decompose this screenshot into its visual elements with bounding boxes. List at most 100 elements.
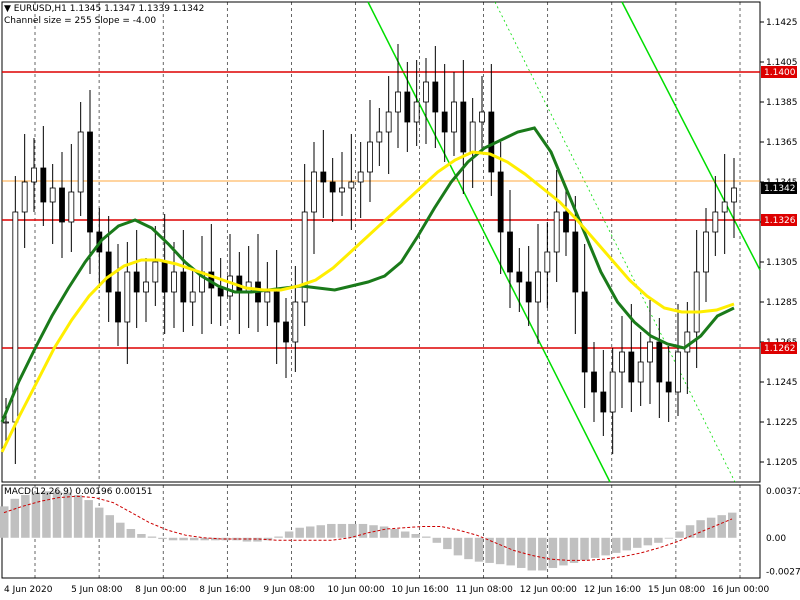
- macd-histogram-bar: [242, 537, 252, 542]
- candle-body: [385, 111, 392, 133]
- candle-body: [441, 111, 448, 133]
- candle-body: [581, 291, 588, 373]
- candle-body: [77, 131, 84, 193]
- candle-body: [311, 171, 317, 213]
- y-tick-label: 1.1305: [766, 258, 798, 268]
- macd-histogram-bar: [295, 527, 304, 538]
- candle-body: [619, 351, 625, 373]
- candle-body: [124, 271, 131, 323]
- candle-body: [273, 291, 280, 323]
- candle-body: [133, 271, 140, 293]
- macd-histogram-bar: [400, 531, 410, 538]
- candle-body: [600, 391, 607, 413]
- candle-body: [21, 181, 28, 213]
- candle-body: [339, 187, 345, 193]
- candle-body: [637, 361, 644, 383]
- macd-y-tick-label: 0.00: [766, 534, 786, 544]
- candle-body: [87, 131, 93, 233]
- candle-body: [535, 271, 541, 303]
- candle-body: [628, 351, 635, 383]
- candle-body: [544, 251, 551, 273]
- candle-body: [264, 291, 271, 303]
- macd-histogram-bar: [432, 537, 442, 543]
- candle-body: [703, 231, 709, 273]
- candle-body: [320, 171, 327, 183]
- x-tick-label: 10 Jun 16:00: [392, 585, 449, 595]
- macd-histogram-bar: [105, 515, 115, 538]
- y-tick-label: 1.1365: [766, 138, 798, 148]
- level-label: 1.1400: [764, 68, 796, 78]
- macd-histogram-bar: [116, 522, 125, 538]
- macd-histogram-bar: [94, 507, 104, 538]
- channel-info-label: Channel size = 255 Slope = -4.00: [4, 16, 157, 26]
- candle-body: [376, 131, 383, 143]
- candle-body: [488, 111, 495, 173]
- candle-body: [40, 167, 47, 203]
- macd-histogram-bar: [168, 537, 178, 541]
- candle-body: [301, 211, 308, 303]
- price-panel-frame: [1, 1, 761, 483]
- candle-body: [329, 181, 336, 193]
- candle-body: [497, 171, 504, 233]
- macd-histogram-bar: [379, 526, 389, 538]
- price-chart[interactable]: 4 Jun 2020 5 Jun 08:00 8 Jun 00:00 8 Jun 16…: [0, 0, 800, 600]
- candle-body: [553, 211, 560, 253]
- macd-histogram-bar: [189, 537, 199, 541]
- y-tick-label: 1.1285: [766, 298, 798, 308]
- candle-body: [647, 341, 653, 363]
- candle-body: [572, 231, 579, 293]
- macd-histogram-bar: [548, 537, 558, 568]
- macd-histogram-bar: [633, 537, 642, 548]
- macd-histogram-bar: [696, 520, 705, 538]
- macd-histogram-bar: [42, 491, 51, 538]
- candle-body: [348, 181, 355, 189]
- macd-histogram-bar: [538, 537, 547, 571]
- candle-body: [105, 251, 112, 293]
- macd-histogram-bar: [664, 537, 674, 539]
- macd-histogram-bar: [358, 523, 368, 538]
- macd-histogram-bar: [453, 537, 463, 556]
- macd-y-tick-label: -0.0027: [766, 568, 800, 578]
- candle-body: [292, 301, 299, 343]
- candle-body: [367, 141, 373, 173]
- x-tick-label: 5 Jun 08:00: [71, 585, 123, 595]
- macd-histogram-bar: [21, 495, 30, 538]
- y-tick-label: 1.1385: [766, 98, 798, 108]
- candle-body: [591, 371, 597, 393]
- candle-body: [357, 171, 364, 183]
- macd-histogram-bar: [253, 537, 262, 542]
- x-tick-label: 12 Jun 00:00: [520, 585, 577, 595]
- x-tick-label: 8 Jun 00:00: [135, 585, 187, 595]
- candle-body: [115, 291, 121, 323]
- macd-histogram-bar: [348, 523, 357, 538]
- macd-histogram-bar: [422, 536, 431, 538]
- macd-histogram-bar: [10, 498, 20, 538]
- macd-histogram-bar: [63, 492, 72, 538]
- macd-histogram-bar: [305, 526, 315, 538]
- candle-body: [49, 187, 56, 203]
- macd-histogram-bar: [179, 537, 188, 541]
- macd-histogram-bar: [654, 537, 663, 543]
- macd-histogram-bar: [158, 537, 167, 540]
- candle-body: [31, 167, 37, 183]
- macd-histogram-bar: [327, 523, 336, 538]
- y-tick-label: 1.1425: [766, 18, 798, 28]
- macd-histogram-bar: [601, 537, 610, 556]
- macd-histogram-bar: [611, 537, 621, 553]
- candle-body: [460, 101, 467, 153]
- x-tick-label: 16 Jun 00:00: [712, 585, 769, 595]
- macd-histogram-bar: [706, 517, 716, 538]
- y-tick-label: 1.1225: [766, 418, 798, 428]
- candle-body: [217, 287, 224, 297]
- macd-histogram-bar: [590, 537, 600, 558]
- chart-header: ▼ EURUSD,H1 1.1345 1.1347 1.1339 1.1342 …: [4, 3, 204, 27]
- macd-histogram-bar: [675, 531, 684, 538]
- level-label: 1.1262: [764, 344, 796, 354]
- candle-body: [675, 351, 681, 393]
- macd-histogram-bar: [274, 536, 283, 538]
- macd-histogram-bar: [411, 534, 420, 538]
- macd-histogram-bar: [31, 492, 41, 538]
- x-tick-label: 15 Jun 08:00: [648, 585, 705, 595]
- candle-body: [525, 281, 532, 303]
- candle-body: [3, 421, 9, 424]
